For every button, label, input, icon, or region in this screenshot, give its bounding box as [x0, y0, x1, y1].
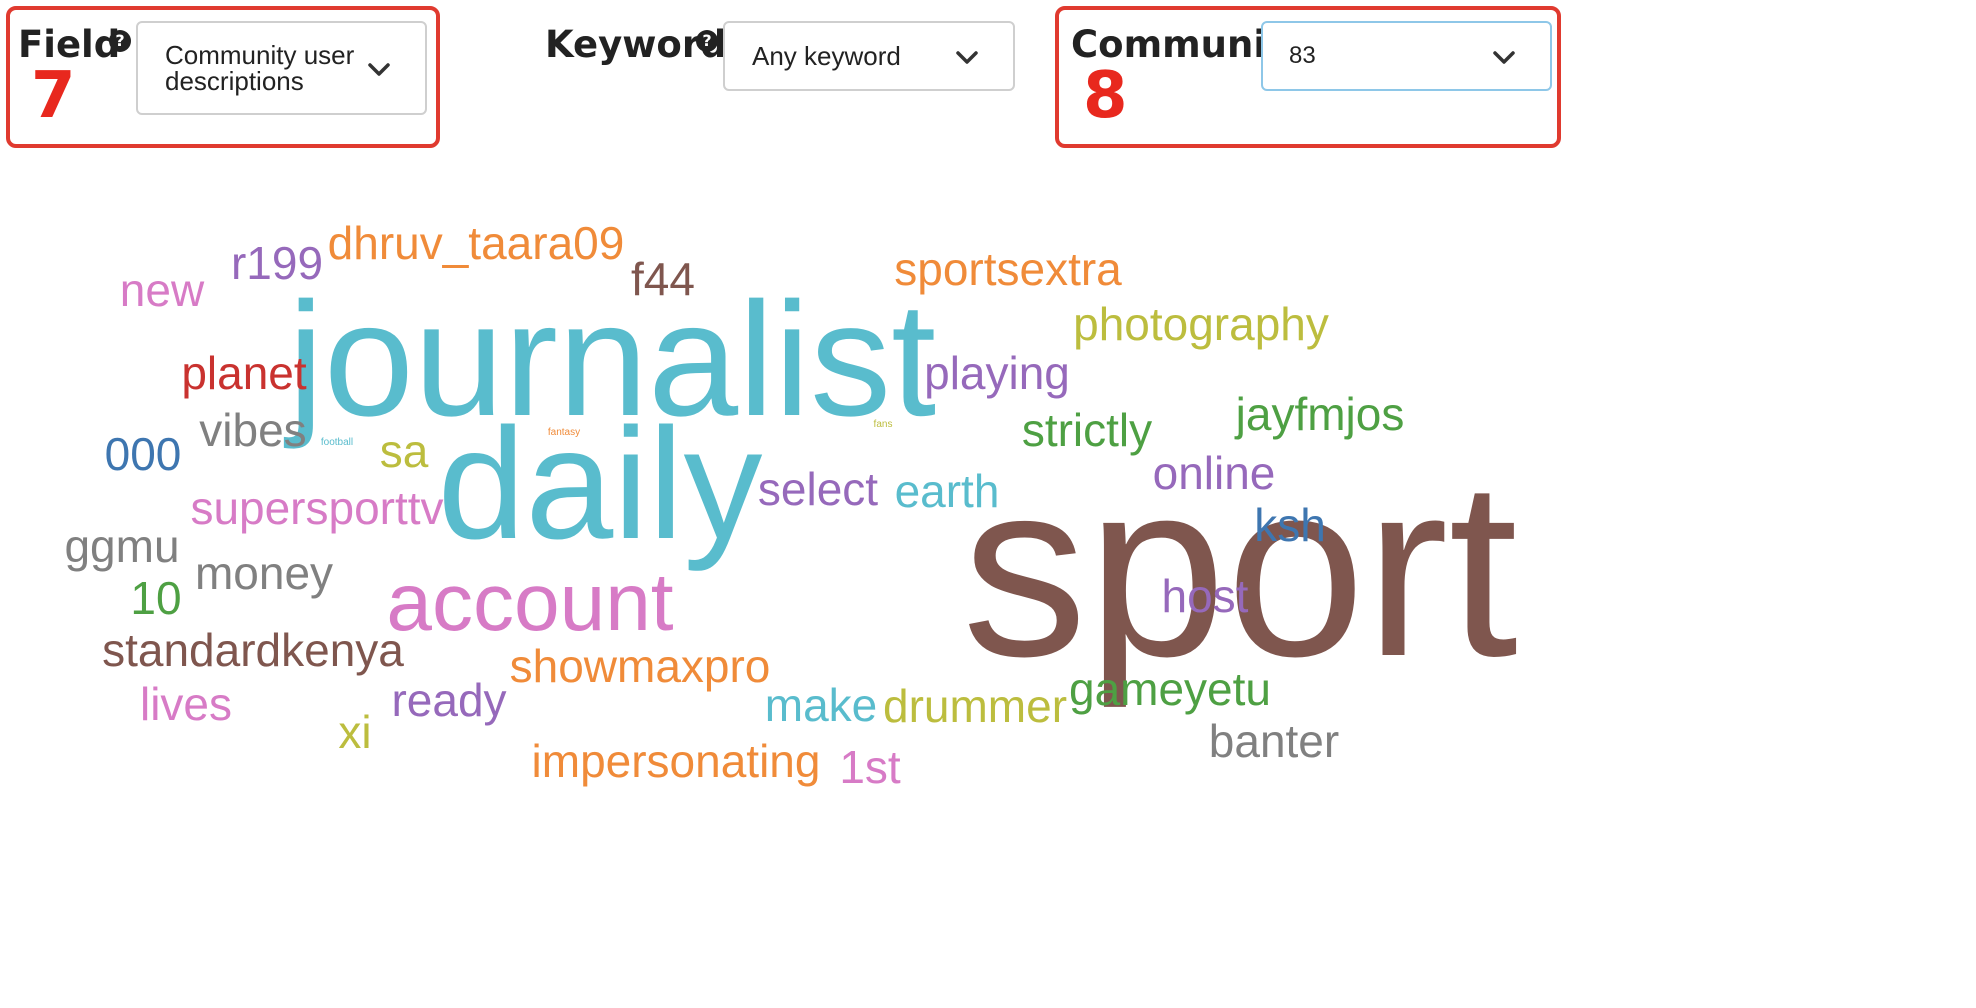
word-cloud-word: 000: [105, 428, 182, 480]
word-cloud-word: dhruv_taara09: [328, 217, 625, 269]
word-cloud-word: sportsextra: [894, 243, 1122, 295]
word-cloud-word: impersonating: [532, 735, 821, 787]
word-cloud-word: r199: [231, 237, 323, 289]
word-cloud-word: new: [120, 264, 205, 316]
word-cloud-word: make: [765, 679, 877, 731]
word-cloud-word: f44: [631, 253, 695, 305]
word-cloud-word: 10: [130, 572, 181, 624]
word-cloud-word: host: [1162, 570, 1249, 622]
word-cloud: sportjournalistdailyaccountdhruv_taara09…: [64, 217, 1517, 793]
word-cloud-word: supersporttv: [190, 482, 443, 534]
word-cloud-word: earth: [895, 465, 1000, 517]
word-cloud-word: drummer: [883, 680, 1067, 732]
word-cloud-word: strictly: [1022, 404, 1152, 456]
word-cloud-word: fans: [874, 419, 893, 430]
word-cloud-word: ggmu: [64, 520, 179, 572]
word-cloud-word: lives: [140, 678, 232, 730]
word-cloud-word: ksh: [1254, 499, 1326, 551]
word-cloud-word: select: [758, 463, 878, 515]
word-cloud-word: showmaxpro: [510, 640, 771, 692]
word-cloud-word: gameyetu: [1069, 663, 1271, 715]
word-cloud-word: 1st: [839, 741, 901, 793]
word-cloud-word: vibes: [199, 404, 306, 456]
word-cloud-word: banter: [1209, 715, 1339, 767]
word-cloud-word: jayfmjos: [1234, 388, 1405, 440]
word-cloud-word: account: [386, 557, 673, 648]
word-cloud-word: ready: [391, 674, 506, 726]
word-cloud-word: planet: [181, 347, 307, 399]
word-cloud-word: playing: [924, 347, 1070, 399]
word-cloud-word: money: [195, 547, 333, 599]
word-cloud-word: fantasy: [548, 427, 580, 438]
word-cloud-word: xi: [338, 706, 371, 758]
word-cloud-word: standardkenya: [102, 624, 404, 676]
word-cloud-word: online: [1153, 447, 1276, 499]
word-cloud-word: daily: [438, 396, 763, 572]
word-cloud-word: photography: [1073, 298, 1329, 350]
word-cloud-word: sa: [380, 425, 429, 477]
word-cloud-word: football: [321, 437, 353, 448]
